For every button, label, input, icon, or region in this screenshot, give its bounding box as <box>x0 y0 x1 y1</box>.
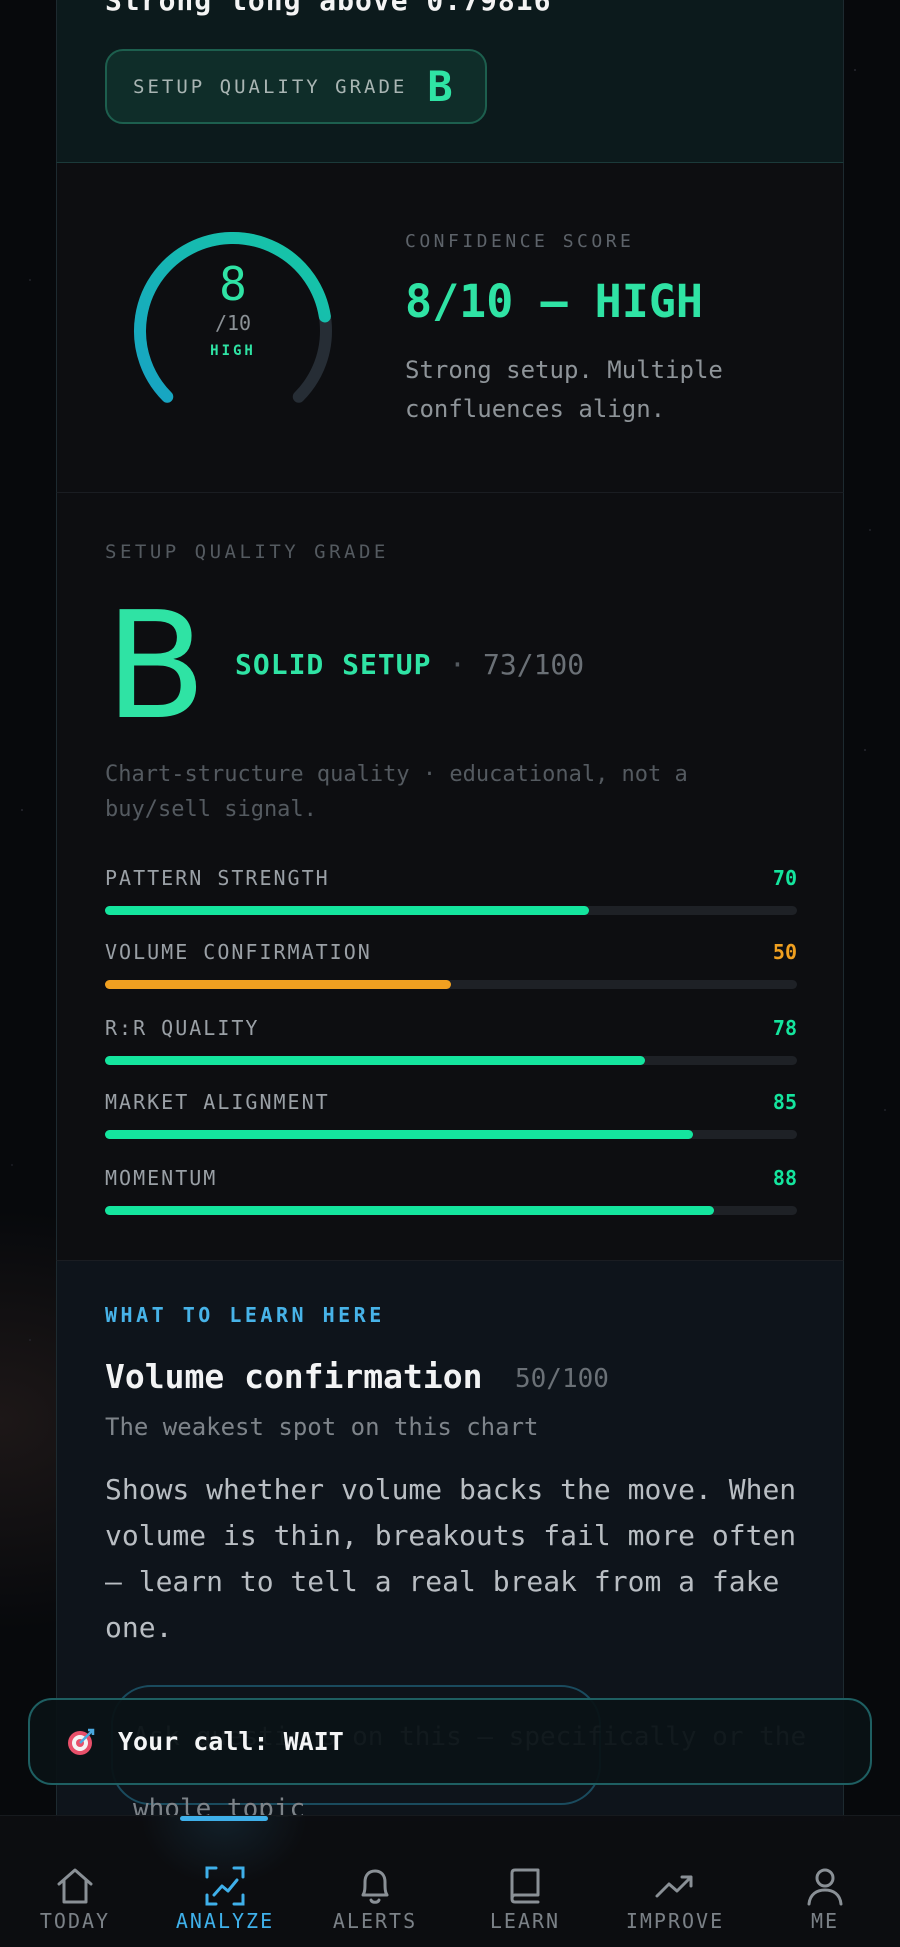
nav-tab-today[interactable]: TODAY <box>0 1816 150 1947</box>
setup-grade-pill-letter: B <box>427 62 453 111</box>
metric-bar-track <box>105 906 797 915</box>
metric-value: 50 <box>772 940 797 964</box>
metric-bar-fill <box>105 1130 694 1139</box>
confidence-label: CONFIDENCE SCORE <box>405 231 635 252</box>
decision-toast[interactable]: Your call: WAIT <box>28 1698 872 1785</box>
nav-label: LEARN <box>489 1909 561 1933</box>
grade-verdict: SOLID SETUP <box>235 648 432 681</box>
nav-label: ANALYZE <box>175 1909 275 1933</box>
metric-value: 78 <box>772 1016 797 1040</box>
metric-bar-track <box>105 980 797 989</box>
nav-label: ME <box>810 1909 840 1933</box>
nav-label: IMPROVE <box>625 1909 725 1933</box>
learn-score: 50/100 <box>515 1364 609 1394</box>
grade-score: 73/100 <box>483 648 585 681</box>
learn-title: Volume confirmation <box>105 1357 483 1396</box>
trade-idea-card: Strong long above 0.79816 SETUP QUALITY … <box>56 0 844 163</box>
metric-name: PATTERN STRENGTH <box>105 866 330 890</box>
target-icon <box>68 1728 95 1755</box>
confidence-card: 8 /10 HIGH CONFIDENCE SCORE 8/10 — HIGH … <box>56 163 844 493</box>
bottom-nav: TODAY ANALYZE ALERTS LEARN IMPROVE ME <box>0 1815 900 1947</box>
gauge-value: 8 <box>219 257 247 311</box>
nav-tab-analyze[interactable]: ANALYZE <box>150 1816 300 1947</box>
metric-value: 88 <box>772 1166 797 1190</box>
book-icon <box>510 1868 540 1904</box>
home-icon <box>57 1868 93 1904</box>
metric-bar-fill <box>105 906 590 915</box>
gauge-level: HIGH <box>210 343 256 359</box>
grade-disclaimer: Chart-structure quality · educational, n… <box>105 762 688 822</box>
confidence-description: Strong setup. Multiple confluences align… <box>405 356 723 423</box>
nav-label: ALERTS <box>332 1909 418 1933</box>
metric-name: VOLUME CONFIRMATION <box>105 940 372 964</box>
metric-bar-fill <box>105 980 451 989</box>
learn-subtitle: The weakest spot on this chart <box>105 1413 539 1441</box>
trend-up-icon <box>655 1875 693 1898</box>
grade-section-label: SETUP QUALITY GRADE <box>105 541 389 563</box>
bell-icon <box>361 1869 389 1904</box>
metric-bar-track <box>105 1130 797 1139</box>
setup-grade-pill-label: SETUP QUALITY GRADE <box>133 75 408 98</box>
metric-value: 70 <box>772 866 797 890</box>
metric-name: MARKET ALIGNMENT <box>105 1090 330 1114</box>
toast-text: Your call: WAIT <box>118 1727 344 1756</box>
nav-tab-me[interactable]: ME <box>750 1816 900 1947</box>
setup-grade-card: SETUP QUALITY GRADE B SOLID SETUP · 73/1… <box>56 493 844 1261</box>
analyze-chart-icon <box>205 1866 245 1906</box>
setup-grade-pill[interactable]: SETUP QUALITY GRADE B <box>105 49 487 124</box>
metric-bar-fill <box>105 1056 645 1065</box>
metric-bar-fill <box>105 1206 714 1215</box>
metric-bar-track <box>105 1206 797 1215</box>
gauge-readout: 8 /10 HIGH <box>128 259 338 359</box>
learn-kicker: WHAT TO LEARN HERE <box>105 1303 385 1327</box>
user-icon <box>807 1868 843 1906</box>
metric-bar-track <box>105 1056 797 1065</box>
nav-tab-learn[interactable]: LEARN <box>450 1816 600 1947</box>
nav-tab-alerts[interactable]: ALERTS <box>300 1816 450 1947</box>
gauge-denominator: /10 <box>214 311 252 335</box>
metric-name: MOMENTUM <box>105 1166 218 1190</box>
metric-name: R:R QUALITY <box>105 1016 260 1040</box>
learn-body: Shows whether volume backs the move. Whe… <box>105 1473 797 1644</box>
grade-letter: B <box>105 580 207 752</box>
confidence-score: 8/10 — HIGH <box>405 275 704 328</box>
nav-tab-improve[interactable]: IMPROVE <box>600 1816 750 1947</box>
trade-headline: Strong long above 0.79816 <box>105 0 552 17</box>
grade-separator: · <box>449 648 466 681</box>
metric-value: 85 <box>772 1090 797 1114</box>
nav-label: TODAY <box>39 1909 111 1933</box>
